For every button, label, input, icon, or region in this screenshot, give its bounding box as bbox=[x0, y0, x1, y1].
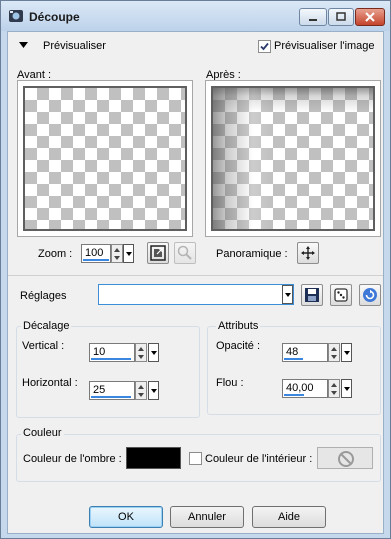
app-icon bbox=[9, 10, 23, 22]
zoom-actual-button[interactable] bbox=[174, 242, 196, 264]
preview-toggle-label[interactable]: Prévisualiser bbox=[43, 40, 106, 52]
before-preview-image bbox=[23, 86, 187, 231]
randomize-button[interactable] bbox=[330, 284, 352, 306]
vertical-slider-bar[interactable] bbox=[91, 358, 131, 360]
maximize-button[interactable] bbox=[328, 8, 354, 26]
cancel-button[interactable]: Annuler bbox=[170, 506, 244, 528]
preview-image-label: Prévisualiser l'image bbox=[274, 40, 375, 52]
minimize-icon bbox=[309, 19, 317, 21]
blur-label: Flou : bbox=[216, 377, 244, 389]
spin-up-icon bbox=[331, 347, 337, 351]
shadow-color-label: Couleur de l'ombre : bbox=[23, 453, 122, 465]
horizontal-slider-bar[interactable] bbox=[91, 396, 131, 398]
blur-value: 40,00 bbox=[286, 382, 314, 394]
dialog-body: Prévisualiser Prévisualiser l'image Avan… bbox=[7, 31, 384, 534]
vertical-input[interactable]: 10 bbox=[89, 343, 135, 362]
zoom-dropdown-button[interactable] bbox=[123, 244, 134, 263]
vertical-dropdown-button[interactable] bbox=[148, 343, 159, 362]
zoom-label: Zoom : bbox=[38, 248, 73, 260]
save-preset-button[interactable] bbox=[301, 284, 323, 306]
spin-up-icon bbox=[138, 347, 144, 351]
horizontal-label: Horizontal : bbox=[22, 377, 78, 389]
opacity-label: Opacité : bbox=[216, 340, 261, 352]
opacity-slider-bar[interactable] bbox=[284, 358, 303, 360]
offset-group-title: Décalage bbox=[21, 320, 72, 332]
horizontal-input[interactable]: 25 bbox=[89, 381, 135, 400]
help-button[interactable]: Aide bbox=[252, 506, 326, 528]
reset-arrow-icon bbox=[363, 288, 377, 302]
spin-down-icon bbox=[331, 391, 337, 395]
inner-color-checkbox[interactable] bbox=[189, 452, 202, 465]
fit-window-icon bbox=[150, 245, 166, 261]
opacity-input[interactable]: 48 bbox=[282, 343, 328, 362]
blur-slider-bar[interactable] bbox=[284, 394, 304, 396]
spin-up-icon bbox=[138, 385, 144, 389]
title-bar[interactable]: Découpe bbox=[1, 1, 390, 31]
attributes-group-title: Attributs bbox=[216, 320, 261, 332]
pan-move-icon bbox=[301, 246, 315, 260]
inner-color-swatch[interactable] bbox=[317, 447, 373, 469]
zoom-spinner[interactable] bbox=[111, 244, 123, 263]
blur-dropdown-button[interactable] bbox=[341, 379, 352, 398]
horizontal-value: 25 bbox=[93, 384, 106, 396]
opacity-dropdown-button[interactable] bbox=[341, 343, 352, 362]
after-preview-image bbox=[211, 86, 375, 231]
maximize-icon bbox=[336, 12, 346, 21]
zoom-slider-bar[interactable] bbox=[83, 259, 109, 261]
presets-combobox[interactable] bbox=[98, 284, 294, 305]
spin-up-icon bbox=[114, 248, 120, 252]
opacity-spinner[interactable] bbox=[328, 343, 340, 362]
spin-down-icon bbox=[331, 355, 337, 359]
close-icon bbox=[365, 12, 375, 22]
vertical-label: Vertical : bbox=[22, 340, 65, 352]
dialog-window: Découpe Prévisualiser Prévisualiser l'im… bbox=[0, 0, 391, 539]
zoom-value: 100 bbox=[85, 247, 104, 259]
vertical-value: 10 bbox=[93, 346, 106, 358]
save-disk-icon bbox=[305, 288, 319, 302]
spin-up-icon bbox=[331, 383, 337, 387]
window-title: Découpe bbox=[29, 10, 80, 24]
minimize-button[interactable] bbox=[299, 8, 327, 26]
divider bbox=[8, 275, 383, 276]
blur-spinner[interactable] bbox=[328, 379, 340, 398]
before-preview bbox=[17, 80, 193, 237]
blur-input[interactable]: 40,00 bbox=[282, 379, 328, 398]
collapse-arrow-icon[interactable] bbox=[19, 42, 28, 48]
zoom-input[interactable]: 100 bbox=[81, 244, 111, 263]
pan-button[interactable] bbox=[297, 242, 319, 264]
ok-button[interactable]: OK bbox=[89, 506, 163, 528]
magnifier-icon bbox=[177, 245, 192, 260]
preview-image-checkbox[interactable] bbox=[258, 40, 271, 53]
pan-label: Panoramique : bbox=[216, 248, 288, 260]
spin-down-icon bbox=[138, 355, 144, 359]
horizontal-dropdown-button[interactable] bbox=[148, 381, 159, 400]
opacity-value: 48 bbox=[286, 346, 299, 358]
after-preview[interactable] bbox=[205, 80, 381, 237]
zoom-fit-button[interactable] bbox=[147, 242, 169, 264]
checkmark-icon bbox=[260, 42, 269, 51]
presets-dropdown-button[interactable] bbox=[282, 285, 293, 304]
spin-down-icon bbox=[114, 256, 120, 260]
color-group-title: Couleur bbox=[21, 427, 64, 439]
spin-down-icon bbox=[138, 393, 144, 397]
no-color-icon bbox=[338, 451, 354, 467]
vertical-spinner[interactable] bbox=[135, 343, 147, 362]
inner-color-label: Couleur de l'intérieur : bbox=[205, 453, 313, 465]
shadow-color-swatch[interactable] bbox=[126, 447, 181, 469]
close-button[interactable] bbox=[355, 8, 385, 26]
reset-button[interactable] bbox=[359, 284, 381, 306]
presets-label: Réglages bbox=[20, 290, 67, 302]
inner-shadow-overlay bbox=[213, 88, 373, 229]
dice-icon bbox=[334, 288, 348, 302]
horizontal-spinner[interactable] bbox=[135, 381, 147, 400]
